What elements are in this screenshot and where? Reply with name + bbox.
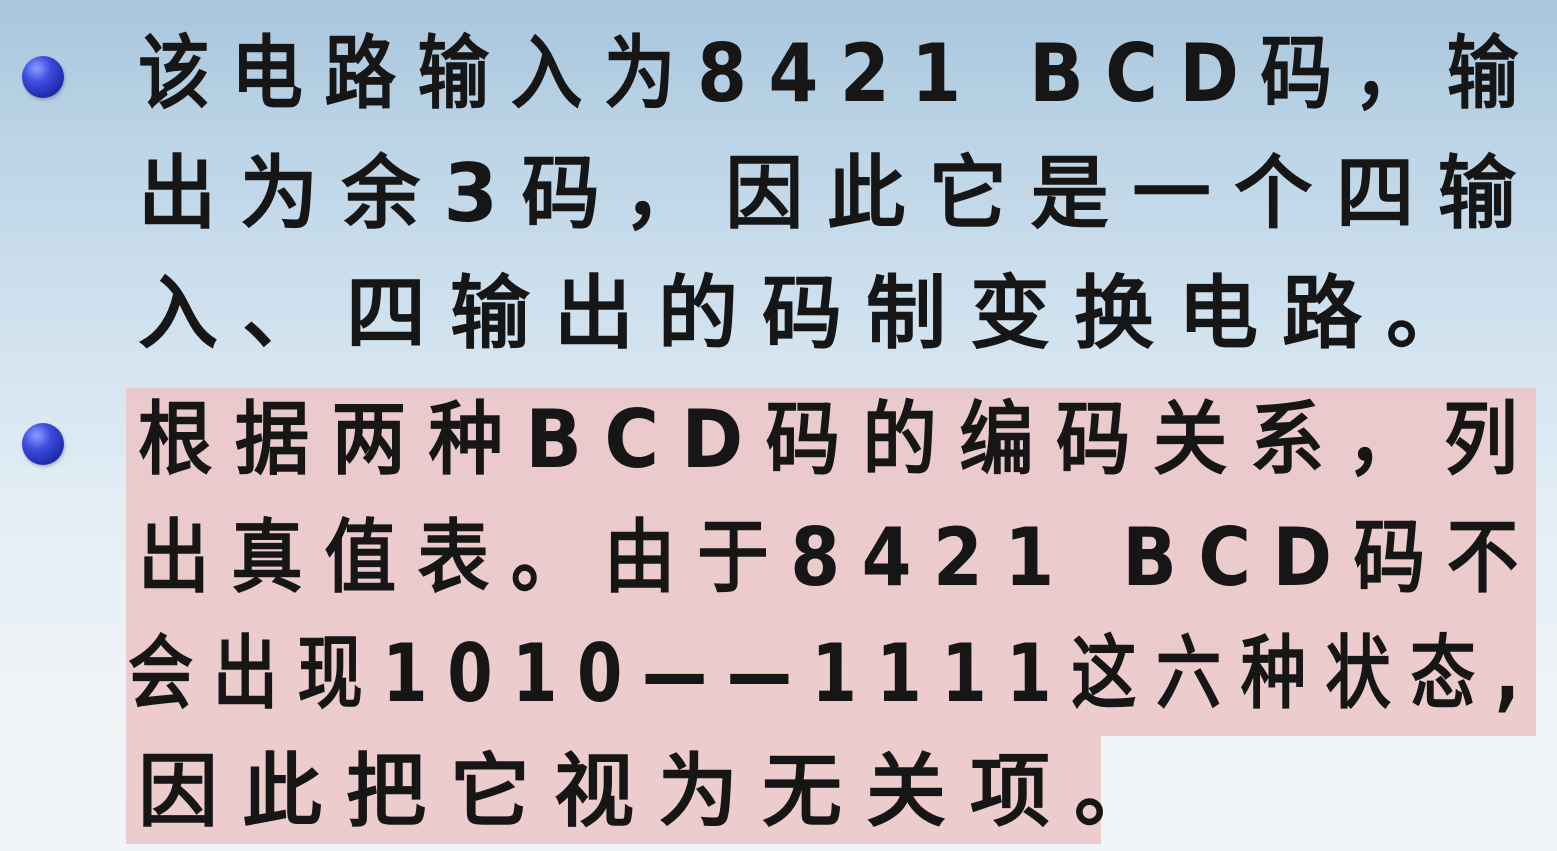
text-line: 入、四输出的码制变换电路。: [138, 267, 1490, 360]
text-line: 出真值表。由于8421 BCD码不: [138, 511, 1540, 604]
text-line: 根据两种BCD码的编码关系，列: [138, 393, 1541, 486]
text-line: 因此把它视为无关项。: [138, 745, 1178, 838]
bullet-icon: [22, 56, 64, 98]
text-line: 出为余3码，因此它是一个四输: [138, 147, 1540, 240]
bullet-icon: [22, 423, 64, 465]
slide: 该电路输入为8421 BCD码，输 出为余3码，因此它是一个四输 入、四输出的码…: [0, 0, 1557, 851]
text-line: 会出现1010——1111这六种状态,: [128, 627, 1540, 720]
text-line: 该电路输入为8421 BCD码，输: [138, 27, 1540, 120]
